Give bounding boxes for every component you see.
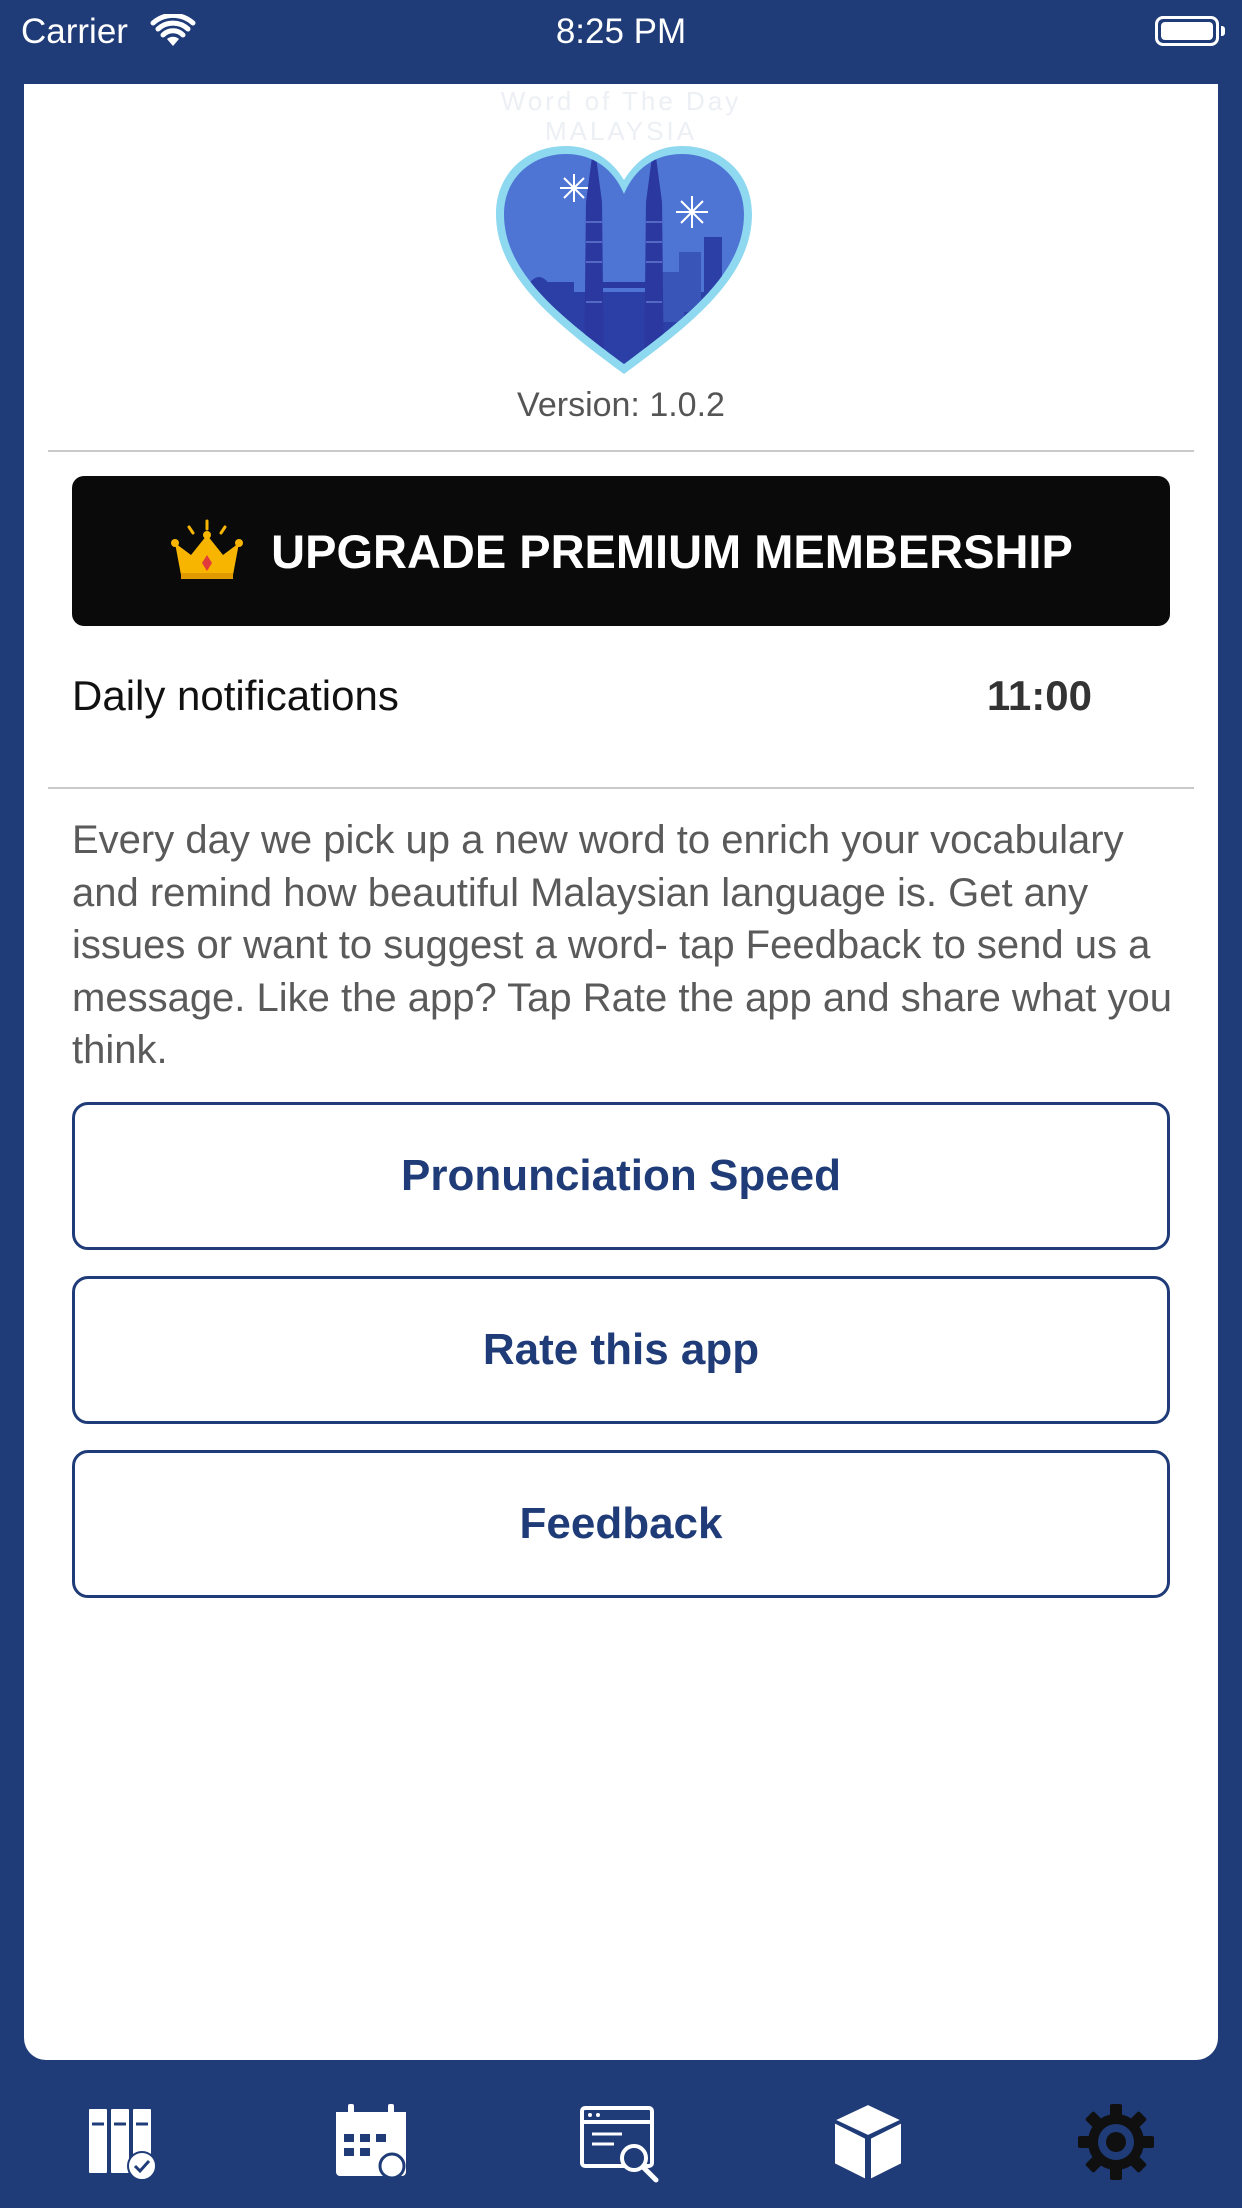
daily-notifications-label: Daily notifications (72, 672, 399, 719)
app-name: Word of The Day MALAYSIA (24, 86, 1218, 146)
upgrade-premium-label: UPGRADE PREMIUM MEMBERSHIP (271, 524, 1073, 578)
upgrade-premium-button[interactable]: UPGRADE PREMIUM MEMBERSHIP (72, 476, 1170, 626)
rate-app-button[interactable]: Rate this app (72, 1276, 1170, 1424)
feedback-label: Feedback (519, 1499, 723, 1548)
pronunciation-speed-label: Pronunciation Speed (400, 1151, 842, 1200)
divider (48, 787, 1194, 789)
feedback-button[interactable]: Feedback (72, 1450, 1170, 1598)
kuala-lumpur-heart-logo-icon (496, 146, 752, 374)
settings-gear-icon[interactable] (1074, 2100, 1158, 2184)
battery-icon (1155, 16, 1225, 46)
books-check-icon[interactable] (82, 2100, 166, 2184)
tab-bar (0, 2060, 1242, 2208)
abc-cube-icon[interactable] (826, 2100, 910, 2184)
search-window-icon[interactable] (578, 2100, 662, 2184)
app-description: Every day we pick up a new word to enric… (72, 818, 1173, 1072)
rate-app-label: Rate this app (482, 1325, 760, 1374)
status-bar: Carrier 8:25 PM (0, 0, 1242, 84)
version-label: Version: 1.0.2 (517, 386, 725, 424)
pronunciation-speed-button[interactable]: Pronunciation Speed (72, 1102, 1170, 1250)
settings-card: Word of The Day MALAYSIA Version: 1.0.2 … (24, 84, 1218, 2060)
status-time: 8:25 PM (555, 12, 687, 51)
crown-icon (171, 519, 244, 579)
app-name-line1: Word of The Day (500, 86, 742, 116)
notification-time-picker[interactable]: 11:00 (987, 672, 1092, 720)
divider (48, 450, 1194, 452)
calendar-icon[interactable] (330, 2100, 414, 2184)
